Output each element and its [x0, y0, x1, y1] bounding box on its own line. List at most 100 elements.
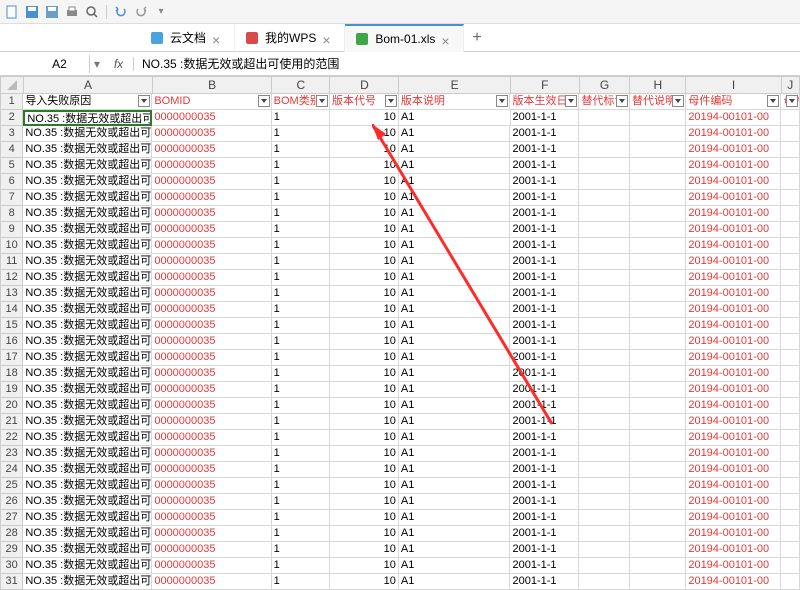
row-header[interactable]: 30	[0, 558, 23, 574]
cell[interactable]	[579, 398, 630, 414]
cell[interactable]: A1	[399, 494, 511, 510]
cell[interactable]: 20194-00101-00	[686, 350, 781, 366]
col-header-I[interactable]: I	[686, 76, 781, 94]
cell[interactable]: 0000000035	[152, 398, 271, 414]
filter-icon[interactable]	[616, 95, 628, 107]
cell[interactable]	[579, 142, 630, 158]
cell[interactable]: 1	[272, 510, 330, 526]
new-icon[interactable]	[4, 4, 20, 20]
fx-icon[interactable]: fx	[104, 57, 134, 71]
cell[interactable]: 10	[330, 350, 399, 366]
undo-icon[interactable]	[113, 4, 129, 20]
cell[interactable]: 1	[272, 110, 330, 126]
cell[interactable]: A1	[399, 206, 511, 222]
cell[interactable]: 10	[330, 430, 399, 446]
cell[interactable]	[630, 286, 686, 302]
cell[interactable]	[630, 238, 686, 254]
cell[interactable]	[781, 110, 800, 126]
cell[interactable]: A1	[399, 238, 511, 254]
cell[interactable]: 2001-1-1	[510, 366, 579, 382]
cell[interactable]: A1	[399, 190, 511, 206]
cell[interactable]: 2001-1-1	[510, 526, 579, 542]
cell[interactable]	[579, 158, 630, 174]
row-header[interactable]: 17	[0, 350, 23, 366]
cell[interactable]	[579, 206, 630, 222]
cell[interactable]: 20194-00101-00	[686, 382, 781, 398]
cell[interactable]: 20194-00101-00	[686, 558, 781, 574]
cell[interactable]: NO.35 :数据无效或超出可	[23, 542, 152, 558]
cell[interactable]: 0000000035	[152, 462, 271, 478]
cell[interactable]: NO.35 :数据无效或超出可	[23, 142, 152, 158]
row-header[interactable]: 29	[0, 542, 23, 558]
row-header[interactable]: 22	[0, 430, 23, 446]
cell[interactable]: 20194-00101-00	[686, 142, 781, 158]
cell[interactable]	[781, 478, 800, 494]
cell[interactable]: 0000000035	[152, 350, 271, 366]
cell[interactable]: 1	[272, 238, 330, 254]
cell[interactable]: 1	[272, 366, 330, 382]
cell[interactable]	[630, 398, 686, 414]
col-header-H[interactable]: H	[630, 76, 686, 94]
cell[interactable]: 10	[330, 142, 399, 158]
header-cell[interactable]: 版本生效日	[510, 94, 579, 110]
row-header[interactable]: 19	[0, 382, 23, 398]
row-header[interactable]: 10	[0, 238, 23, 254]
cell[interactable]: 0000000035	[152, 190, 271, 206]
cell[interactable]: 0000000035	[152, 142, 271, 158]
cell[interactable]	[630, 334, 686, 350]
cell[interactable]: NO.35 :数据无效或超出可	[23, 558, 152, 574]
filter-icon[interactable]	[385, 95, 397, 107]
cell[interactable]: NO.35 :数据无效或超出可	[23, 158, 152, 174]
tab-0[interactable]: 云文档×	[140, 24, 235, 52]
header-cell[interactable]: BOMID	[152, 94, 271, 110]
row-header[interactable]: 26	[0, 494, 23, 510]
cell[interactable]: 10	[330, 318, 399, 334]
preview-icon[interactable]	[84, 4, 100, 20]
cell[interactable]: 20194-00101-00	[686, 462, 781, 478]
cell[interactable]	[630, 126, 686, 142]
select-all-corner[interactable]	[0, 76, 24, 94]
cell[interactable]: 10	[330, 414, 399, 430]
cell[interactable]	[579, 462, 630, 478]
row-header[interactable]: 11	[0, 254, 23, 270]
col-header-G[interactable]: G	[580, 76, 630, 94]
cell[interactable]: 10	[330, 286, 399, 302]
cell[interactable]: A1	[399, 142, 511, 158]
cell[interactable]: 10	[330, 382, 399, 398]
cell[interactable]: 10	[330, 542, 399, 558]
cell[interactable]	[630, 526, 686, 542]
filter-icon[interactable]	[767, 95, 779, 107]
cell[interactable]: A1	[399, 110, 511, 126]
cell[interactable]: A1	[399, 174, 511, 190]
header-cell[interactable]: 母件	[781, 94, 800, 110]
cell[interactable]: 10	[330, 238, 399, 254]
cell[interactable]: 10	[330, 302, 399, 318]
cell[interactable]: A1	[399, 574, 511, 590]
cell[interactable]	[781, 334, 800, 350]
row-header[interactable]: 15	[0, 318, 23, 334]
cell[interactable]: 1	[272, 142, 330, 158]
col-header-E[interactable]: E	[399, 76, 511, 94]
close-icon[interactable]: ×	[322, 32, 334, 44]
filter-icon[interactable]	[258, 95, 270, 107]
cell[interactable]: NO.35 :数据无效或超出可	[23, 126, 152, 142]
cell[interactable]: 1	[272, 270, 330, 286]
cell[interactable]: 2001-1-1	[510, 318, 579, 334]
cell[interactable]	[781, 414, 800, 430]
cell[interactable]: NO.35 :数据无效或超出可	[23, 110, 152, 126]
cell[interactable]	[579, 430, 630, 446]
cell[interactable]	[579, 574, 630, 590]
cell[interactable]	[579, 286, 630, 302]
cell[interactable]	[781, 270, 800, 286]
cell[interactable]: 10	[330, 398, 399, 414]
cell[interactable]	[579, 302, 630, 318]
cell[interactable]: A1	[399, 478, 511, 494]
cell[interactable]	[630, 510, 686, 526]
cell[interactable]: 2001-1-1	[510, 222, 579, 238]
cell[interactable]: A1	[399, 542, 511, 558]
row-header[interactable]: 23	[0, 446, 23, 462]
col-header-C[interactable]: C	[272, 76, 330, 94]
cell[interactable]: 0000000035	[152, 270, 271, 286]
cell[interactable]: 2001-1-1	[511, 110, 580, 126]
cell[interactable]: NO.35 :数据无效或超出可	[23, 494, 152, 510]
